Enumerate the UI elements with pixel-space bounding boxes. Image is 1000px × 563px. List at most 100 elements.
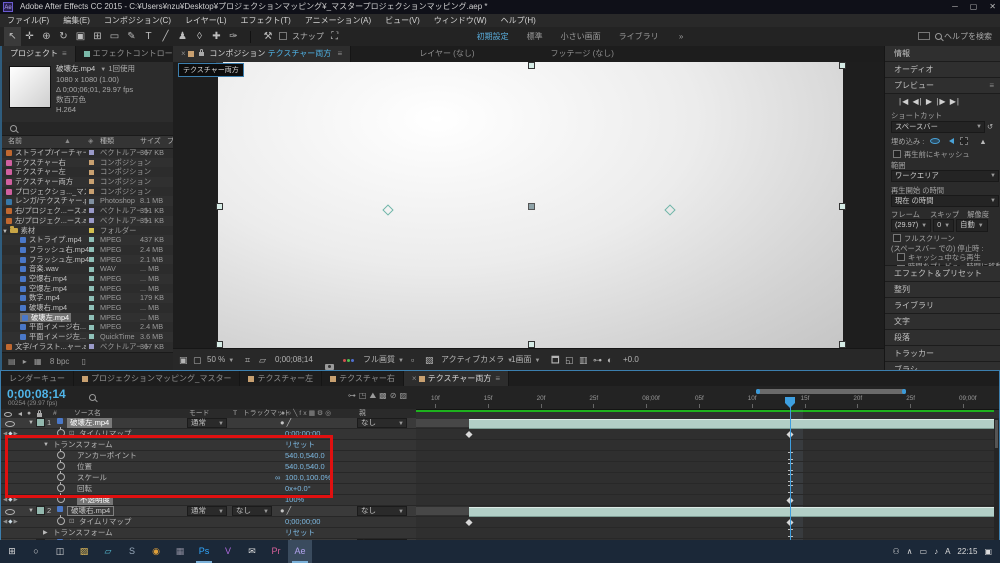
timeline-row[interactable]: ◀◆▶ ⊡ タイムリマップ 0;00;00;00: [1, 427, 416, 440]
track-row[interactable]: [416, 495, 999, 506]
fullscreen-checkbox[interactable]: [893, 234, 901, 242]
layer-switches[interactable]: ● ╱: [280, 506, 291, 516]
share-icon[interactable]: ▲: [979, 137, 986, 146]
file-row[interactable]: テクスチャー右 コンポジション: [2, 157, 175, 168]
time-navigator[interactable]: [756, 389, 906, 394]
menu-item[interactable]: レイヤー(L): [185, 16, 227, 25]
panel-header-preview[interactable]: プレビュー ≡: [885, 78, 1000, 94]
zoom-tool[interactable]: ⊕: [38, 27, 55, 46]
label-color-chip[interactable]: [89, 324, 94, 330]
photoshop-icon[interactable]: Ps: [192, 540, 216, 563]
track-row[interactable]: [416, 484, 999, 495]
menu-item[interactable]: ウィンドウ(W): [434, 16, 487, 25]
file-row[interactable]: 平面イメージ右... MPEG 2.4 MB: [2, 322, 175, 332]
label-color-chip[interactable]: [89, 314, 94, 320]
draft-3d-icon[interactable]: ◳: [359, 391, 370, 400]
label-color-chip[interactable]: [89, 237, 94, 243]
track-row[interactable]: [416, 473, 999, 484]
file-row[interactable]: 文字/イラスト...ャー.ai ベクトルアート 367 KB: [2, 342, 175, 352]
file-row[interactable]: 左/プロジェク...ース.ai ベクトルアート 351 KB: [2, 215, 175, 226]
lock-icon[interactable]: [199, 49, 205, 56]
new-comp-icon[interactable]: ▦: [34, 357, 42, 366]
timeline-tab[interactable]: テクスチャー右: [322, 371, 404, 386]
property-name[interactable]: 位置: [77, 462, 92, 472]
trackmatte-select[interactable]: なし ▼: [232, 506, 272, 516]
interpret-footage-icon[interactable]: ▤: [8, 357, 16, 366]
file-row[interactable]: プロジェクショ..._マスター コンポジション: [2, 187, 175, 197]
panel-header-段落[interactable]: 段落: [885, 330, 1000, 346]
type-tool[interactable]: T: [140, 27, 157, 46]
maximize-button[interactable]: ▢: [970, 0, 978, 14]
property-value[interactable]: 0;00;00;00: [285, 517, 320, 527]
file-row[interactable]: ストライプ/イーチャー.ai ベクトルアート 367 KB: [2, 148, 175, 158]
include-overlays-icon[interactable]: [960, 137, 969, 145]
constrain-proportions-icon[interactable]: ∞: [275, 473, 280, 483]
tab-project[interactable]: プロジェクト ≡: [2, 46, 76, 62]
file-row[interactable]: レンガ/テクスチャー.psd Photoshop 8.1 MB: [2, 196, 175, 207]
property-name[interactable]: 回転: [77, 484, 92, 494]
clone-stamp-tool[interactable]: ♟: [174, 27, 191, 46]
panel-header-情報[interactable]: 情報: [885, 46, 1000, 62]
label-color-chip[interactable]: [89, 208, 94, 214]
parent-select[interactable]: なし▼: [357, 506, 407, 516]
label-color-chip[interactable]: [89, 285, 94, 291]
menu-item[interactable]: エフェクト(T): [241, 16, 291, 25]
file-row[interactable]: 平面イメージ左... QuickTime 3.6 MB: [2, 332, 175, 342]
label-color-chip[interactable]: [89, 227, 94, 233]
chrome-icon[interactable]: ◉: [144, 540, 168, 563]
property-value[interactable]: リセット: [285, 528, 315, 538]
eraser-tool[interactable]: ◊: [191, 27, 208, 46]
timeline-row[interactable]: ▼ トランスフォーム リセット: [1, 440, 416, 451]
app-icon-1[interactable]: S: [120, 540, 144, 563]
property-value[interactable]: 0;00;00;00: [285, 429, 320, 439]
camera-select[interactable]: アクティブカメラ ▼: [441, 349, 513, 372]
keyframe-nav[interactable]: ◀◆▶: [3, 495, 19, 505]
property-value[interactable]: 0x+0.0°: [285, 484, 311, 494]
volume-tray-icon[interactable]: ♪: [934, 547, 938, 556]
track-row[interactable]: [416, 462, 999, 473]
selection-handle[interactable]: [839, 341, 846, 348]
label-color-chip[interactable]: [89, 305, 94, 311]
layer-switches[interactable]: ● ╱: [280, 418, 291, 428]
label-color-chip[interactable]: [89, 218, 94, 224]
menu-item[interactable]: コンポジション(C): [104, 16, 171, 25]
stopwatch-icon[interactable]: [57, 460, 65, 473]
selection-handle[interactable]: [528, 62, 535, 69]
shortcut-select[interactable]: スペースバー ▼: [891, 121, 985, 133]
label-color-chip[interactable]: [89, 169, 94, 175]
task-view-icon[interactable]: ◫: [48, 540, 72, 563]
file-row[interactable]: 数字.mp4 MPEG 179 KB: [2, 293, 175, 303]
fast-previews-icon[interactable]: ◱: [565, 349, 574, 371]
people-tray-icon[interactable]: ⚇: [892, 547, 899, 556]
parent-select[interactable]: なし▼: [357, 418, 407, 428]
composition-canvas[interactable]: [173, 62, 884, 348]
hand-tool[interactable]: ✛: [21, 27, 38, 46]
timeline-row[interactable]: ◀◆▶ ⊡ タイムリマップ 0;00;00;00: [1, 515, 416, 528]
snap-options-icon[interactable]: ⛶: [326, 27, 343, 46]
layer-duration-bar[interactable]: [469, 419, 994, 429]
menu-item[interactable]: アニメーション(A): [305, 16, 371, 25]
label-color-chip[interactable]: [89, 189, 94, 195]
file-row[interactable]: テクスチャー両方 コンポジション: [2, 177, 175, 187]
timeline-tab[interactable]: × テクスチャー両方 ≡: [403, 371, 510, 386]
label-color-chip[interactable]: [89, 150, 94, 156]
property-group-name[interactable]: トランスフォーム: [53, 440, 113, 450]
comp-mini-flowchart-icon[interactable]: ⊶: [348, 391, 359, 400]
resolution-select[interactable]: フル画質 ▼: [363, 349, 404, 372]
comp-flowchart-icon[interactable]: ⊶: [593, 349, 602, 371]
selection-handle[interactable]: [839, 203, 846, 210]
tab-effect-controls[interactable]: エフェクトコントロール 破壊左: [75, 46, 173, 62]
pan-behind-tool[interactable]: ⊞: [89, 27, 106, 46]
mail-icon[interactable]: ✉: [240, 540, 264, 563]
stopwatch-icon[interactable]: [57, 482, 65, 495]
file-row[interactable]: 右/プロジェク...ース.ai ベクトルアート 351 KB: [2, 206, 175, 216]
ime-indicator[interactable]: A: [945, 547, 950, 556]
tab-footage[interactable]: フッテージ (なし): [542, 46, 622, 62]
property-name[interactable]: 不透明度: [77, 495, 113, 505]
file-explorer-icon[interactable]: ▨: [72, 540, 96, 563]
timeline-row[interactable]: ▶ トランスフォーム リセット: [1, 528, 416, 539]
label-color-chip[interactable]: [89, 344, 94, 350]
property-value[interactable]: 100.0,100.0%: [285, 473, 331, 483]
label-color-chip[interactable]: [89, 198, 94, 204]
frame-blending-icon[interactable]: ▩: [379, 391, 390, 400]
